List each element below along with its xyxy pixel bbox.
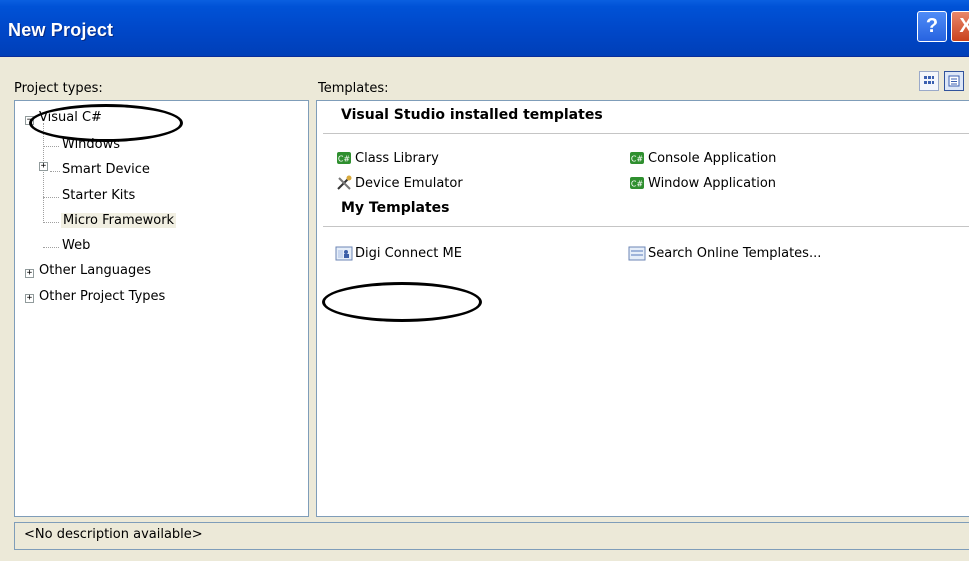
project-types-label: Project types: [14, 81, 103, 96]
templates-list[interactable]: Visual Studio installed templates C# Cla… [316, 100, 969, 517]
description-bar: <No description available> [14, 522, 969, 550]
grid-icon [924, 76, 934, 84]
template-label: Search Online Templates... [648, 245, 822, 261]
template-label: Console Application [648, 150, 777, 166]
tree-item-smart-device[interactable]: Smart Device [62, 162, 150, 177]
window-title: New Project [8, 20, 114, 40]
installed-templates-header: Visual Studio installed templates [341, 107, 603, 123]
template-search-online[interactable]: Search Online Templates... [628, 244, 821, 262]
tree-line [43, 222, 59, 223]
template-console-application[interactable]: C# Console Application [628, 149, 776, 167]
my-templates-group: My Templates [323, 194, 969, 227]
expand-icon[interactable]: + [25, 269, 34, 278]
list-icon [948, 75, 960, 87]
tree-item-web[interactable]: Web [62, 238, 90, 253]
project-types-tree[interactable]: − Visual C# Windows + Smart Device Start… [14, 100, 309, 517]
tree-line [43, 123, 44, 221]
template-icon [335, 244, 353, 262]
tools-icon [335, 174, 353, 192]
template-label: Device Emulator [355, 175, 463, 191]
large-icons-view-button[interactable] [919, 71, 939, 91]
tree-line [43, 247, 59, 248]
csharp-project-icon: C# [335, 149, 353, 167]
installed-templates-group: Visual Studio installed templates [323, 101, 969, 134]
template-window-application[interactable]: C# Window Application [628, 174, 776, 192]
template-label: Window Application [648, 175, 777, 191]
template-digi-connect-me[interactable]: Digi Connect ME [335, 244, 462, 262]
csharp-project-icon: C# [628, 149, 646, 167]
expand-icon[interactable]: + [39, 162, 48, 171]
template-label: Class Library [355, 150, 439, 166]
tree-item-micro-framework[interactable]: Micro Framework [61, 213, 177, 228]
tree-line [50, 171, 60, 172]
tree-item-windows[interactable]: Windows [62, 137, 120, 152]
tree-line [43, 197, 59, 198]
tree-item-other-project-types[interactable]: Other Project Types [39, 289, 165, 304]
templates-label: Templates: [318, 81, 389, 96]
dialog-body: Project types: Templates: − Visual C# Wi… [0, 57, 969, 561]
collapse-icon[interactable]: − [25, 116, 34, 125]
svg-text:C#: C# [631, 155, 644, 164]
template-device-emulator[interactable]: Device Emulator [335, 174, 463, 192]
small-icons-view-button[interactable] [944, 71, 964, 91]
tree-item-other-languages[interactable]: Other Languages [39, 263, 151, 278]
search-online-icon [628, 244, 646, 262]
tree-item-visual-csharp[interactable]: Visual C# [39, 110, 102, 125]
svg-text:C#: C# [631, 180, 644, 189]
tree-line [43, 146, 59, 147]
svg-text:C#: C# [338, 155, 351, 164]
close-button[interactable]: X [951, 11, 969, 42]
expand-icon[interactable]: + [25, 294, 34, 303]
tree-item-starter-kits[interactable]: Starter Kits [62, 188, 135, 203]
title-bar[interactable]: New Project ? X [0, 0, 969, 57]
template-class-library[interactable]: C# Class Library [335, 149, 439, 167]
help-button[interactable]: ? [917, 11, 947, 42]
my-templates-header: My Templates [341, 200, 450, 216]
template-label: Digi Connect ME [355, 245, 462, 261]
csharp-project-icon: C# [628, 174, 646, 192]
